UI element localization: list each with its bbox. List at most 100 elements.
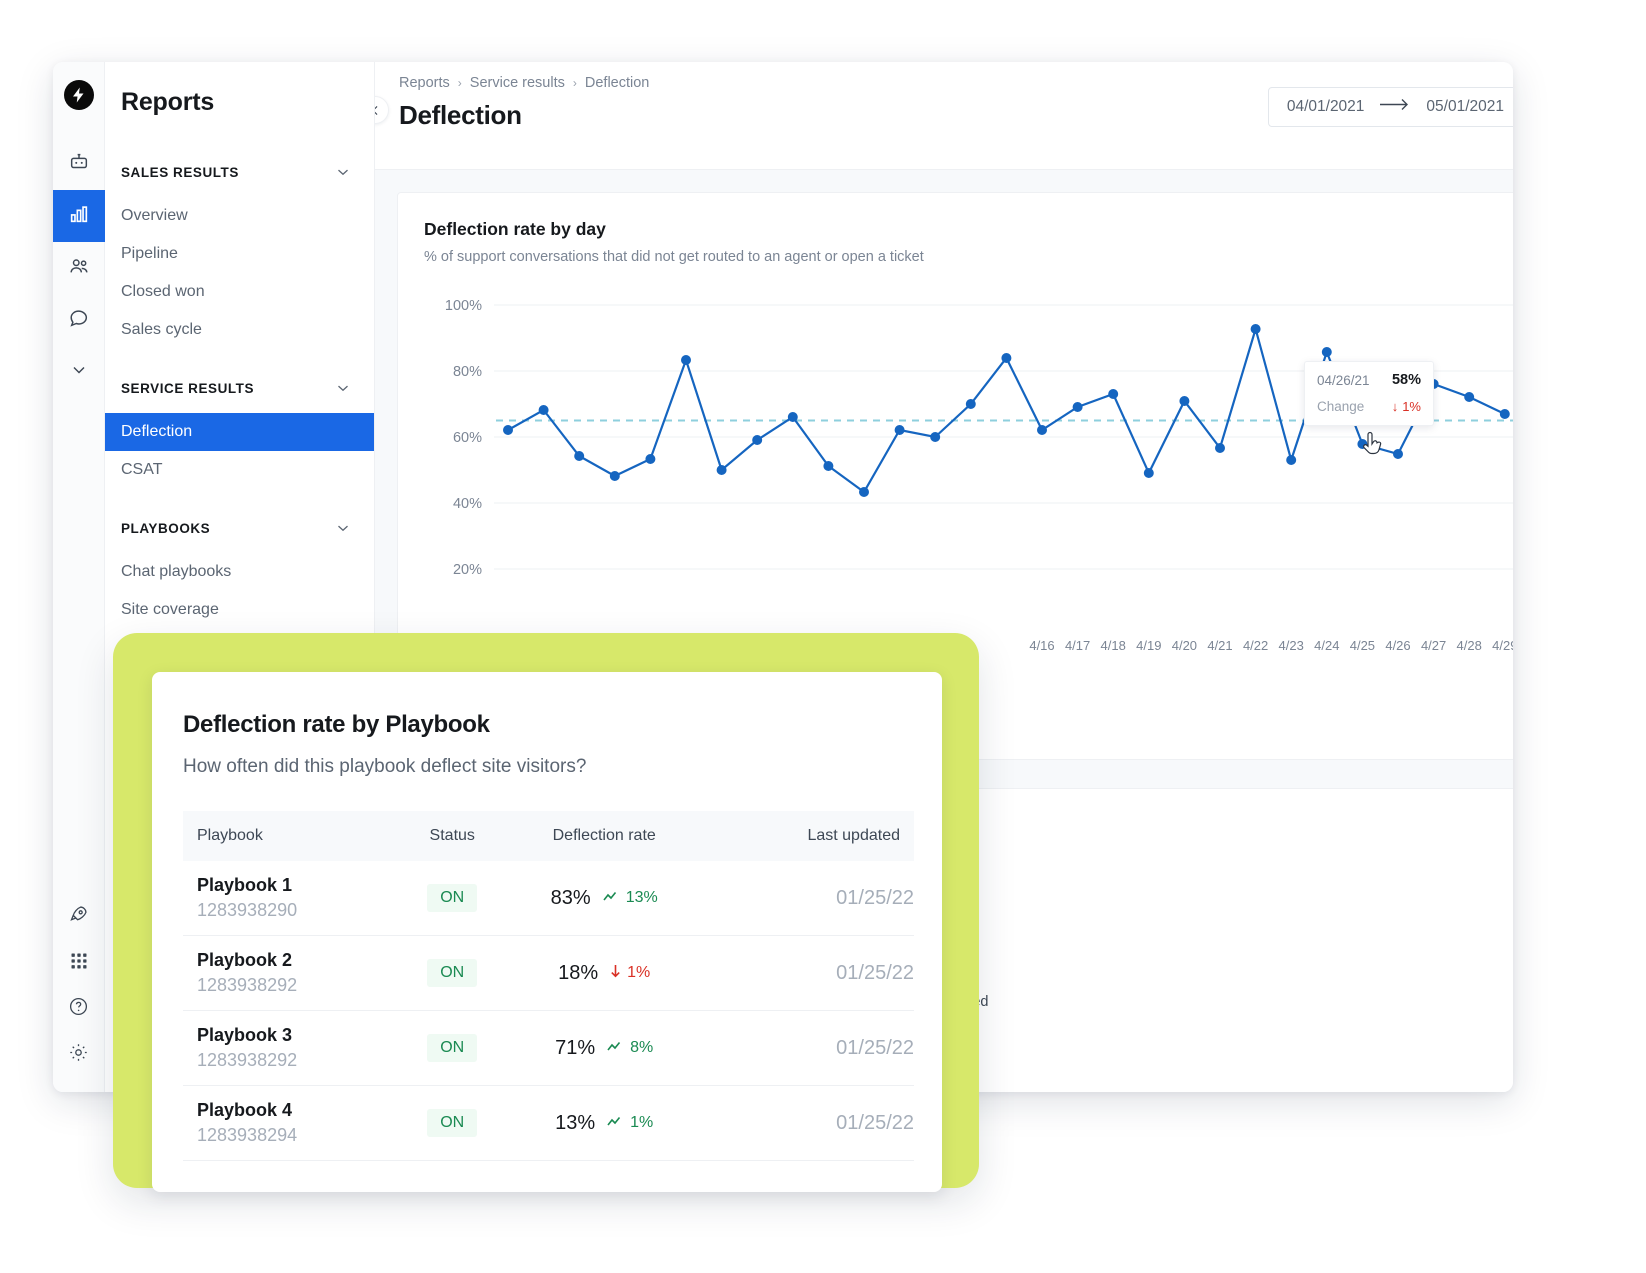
playbook-id: 1283938292 [183, 975, 404, 996]
playbook-name: Playbook 1 [183, 875, 404, 896]
svg-text:4/21: 4/21 [1207, 638, 1232, 653]
playbook-id: 1283938290 [183, 900, 404, 921]
cell-playbook: Playbook 1 1283938290 [183, 861, 404, 936]
nav-group-label: SERVICE RESULTS [121, 381, 254, 396]
svg-text:40%: 40% [453, 496, 482, 512]
nav-group-label: SALES RESULTS [121, 165, 239, 180]
playbooks-table-header: Playbook Status Deflection rate Last upd… [183, 811, 914, 861]
cell-status: ON [404, 1011, 501, 1086]
delta-value: 8% [630, 1039, 653, 1057]
playbook-name: Playbook 3 [183, 1025, 404, 1046]
chevron-down-icon[interactable] [334, 519, 352, 537]
chevron-down-icon [69, 360, 89, 385]
svg-text:4/29: 4/29 [1492, 638, 1513, 653]
sidebar-expand-toggle[interactable] [53, 346, 105, 398]
people-icon [68, 255, 90, 282]
svg-text:4/16: 4/16 [1029, 638, 1054, 653]
conversations-icon [68, 307, 90, 334]
table-row[interactable]: Playbook 4 1283938294 ON 13% [183, 1086, 914, 1161]
cell-playbook: Playbook 2 1283938292 [183, 936, 404, 1011]
sidebar-item-overview[interactable]: Overview [105, 197, 374, 235]
tooltip-change-label: Change [1317, 399, 1364, 414]
screenshot-root: Reports SALES RESULTS Overview Pipeline … [0, 0, 1646, 1273]
bot-icon [68, 151, 90, 178]
nav-group-label: PLAYBOOKS [121, 521, 210, 536]
sidebar-item-csat[interactable]: CSAT [105, 451, 374, 489]
nav-group-sales-results[interactable]: SALES RESULTS [105, 163, 374, 181]
x-axis-ticks: 4/16 4/17 4/18 4/19 4/20 4/21 4/22 4/23 … [1029, 638, 1513, 653]
chevron-down-icon[interactable] [334, 163, 352, 181]
breadcrumb-item-reports[interactable]: Reports [399, 75, 450, 91]
sidebar-item-site-coverage[interactable]: Site coverage [105, 591, 374, 629]
nav-group-service-results[interactable]: SERVICE RESULTS [105, 379, 374, 397]
table-row[interactable]: Playbook 2 1283938292 ON 18% [183, 936, 914, 1011]
sidebar-item-sales-cycle[interactable]: Sales cycle [105, 311, 374, 349]
sidebar-item-conversations[interactable] [53, 294, 105, 346]
cell-playbook: Playbook 4 1283938294 [183, 1086, 404, 1161]
modal-subtitle: How often did this playbook deflect site… [152, 739, 942, 778]
delta-value: 1% [627, 964, 650, 982]
cell-last-updated: 01/25/22 [708, 1086, 914, 1161]
svg-text:4/25: 4/25 [1350, 638, 1375, 653]
deflection-rate-value: 18% [558, 962, 598, 985]
column-header-status[interactable]: Status [404, 811, 501, 861]
breadcrumb-item-deflection[interactable]: Deflection [585, 75, 649, 91]
column-header-playbook[interactable]: Playbook [183, 811, 404, 861]
playbook-id: 1283938292 [183, 1050, 404, 1071]
status-badge: ON [427, 959, 477, 987]
deflection-rate-by-playbook-card: Deflection rate by Playbook How often di… [152, 672, 942, 1192]
svg-text:4/23: 4/23 [1279, 638, 1304, 653]
table-row[interactable]: Playbook 1 1283938290 ON 83% [183, 861, 914, 936]
tooltip-date: 04/26/21 [1317, 373, 1370, 388]
arrow-down-icon: ↓ [1392, 399, 1399, 414]
cell-deflection-rate: 18% 1% [501, 936, 708, 1011]
status-badge: ON [427, 1034, 477, 1062]
rail-item-help[interactable] [53, 986, 105, 1032]
sidebar-item-bot[interactable] [53, 138, 105, 190]
cell-last-updated: 01/25/22 [708, 861, 914, 936]
date-range-picker[interactable]: 04/01/2021 05/01/2021 [1268, 87, 1513, 127]
sidebar-item-reports[interactable] [53, 190, 105, 242]
table-row[interactable]: Playbook 3 1283938292 ON 71% [183, 1011, 914, 1086]
playbook-name: Playbook 2 [183, 950, 404, 971]
playbook-name: Playbook 4 [183, 1100, 404, 1121]
cell-status: ON [404, 936, 501, 1011]
icon-rail [53, 62, 105, 1092]
column-header-last-updated[interactable]: Last updated [708, 811, 914, 861]
card-subtitle: % of support conversations that did not … [398, 240, 1513, 265]
svg-text:80%: 80% [453, 364, 482, 380]
breadcrumb-item-service-results[interactable]: Service results [470, 75, 565, 91]
column-header-deflection-rate[interactable]: Deflection rate [501, 811, 708, 861]
sidebar-item-deflection[interactable]: Deflection [105, 413, 374, 451]
nav-title: Reports [105, 88, 374, 117]
cell-status: ON [404, 861, 501, 936]
cell-last-updated: 01/25/22 [708, 936, 914, 1011]
nav-group-playbooks[interactable]: PLAYBOOKS [105, 519, 374, 537]
rail-item-settings[interactable] [53, 1032, 105, 1078]
sidebar-item-people[interactable] [53, 242, 105, 294]
deflection-rate-value: 83% [551, 887, 591, 910]
sidebar-item-chat-playbooks[interactable]: Chat playbooks [105, 553, 374, 591]
tooltip-value: 58% [1392, 372, 1421, 388]
date-range-end[interactable]: 05/01/2021 [1426, 98, 1504, 116]
sidebar-item-pipeline[interactable]: Pipeline [105, 235, 374, 273]
rail-item-apps[interactable] [53, 940, 105, 986]
svg-text:4/17: 4/17 [1065, 638, 1090, 653]
status-badge: ON [427, 884, 477, 912]
apps-grid-icon [69, 951, 89, 976]
date-range-start[interactable]: 04/01/2021 [1287, 98, 1365, 116]
trend-down-icon [610, 964, 621, 983]
chevron-down-icon[interactable] [334, 379, 352, 397]
rail-bottom-group [53, 894, 105, 1092]
arrow-right-icon [1380, 98, 1410, 116]
breadcrumb-separator: › [573, 76, 577, 90]
rail-item-rocket[interactable] [53, 894, 105, 940]
delta-value: 13% [626, 889, 658, 907]
delta-down: 1% [610, 964, 650, 983]
rocket-icon [68, 904, 89, 930]
sidebar-item-closed-won[interactable]: Closed won [105, 273, 374, 311]
svg-text:60%: 60% [453, 430, 482, 446]
cell-deflection-rate: 13% 1% [501, 1086, 708, 1161]
delta-value: 1% [630, 1114, 653, 1132]
line-chart-svg: 100% 80% 60% 40% 20% [424, 283, 1513, 683]
